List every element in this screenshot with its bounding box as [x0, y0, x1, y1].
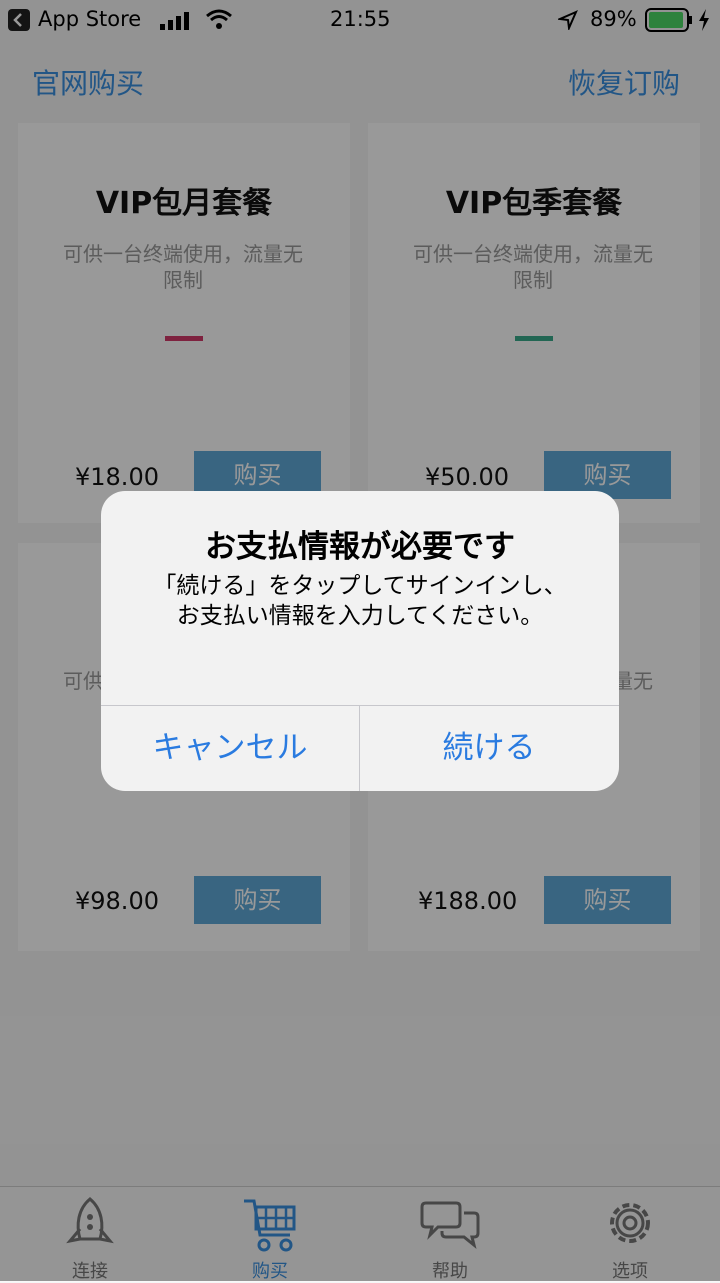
- payment-info-alert: お支払情報が必要です 「続ける」をタップしてサインインし、お支払い情報を入力して…: [101, 491, 619, 791]
- alert-message: 「続ける」をタップしてサインインし、お支払い情報を入力してください。: [153, 573, 567, 629]
- continue-button[interactable]: 続ける: [360, 706, 618, 791]
- alert-title: お支払情報が必要です: [205, 529, 515, 565]
- cancel-button[interactable]: キャンセル: [101, 706, 359, 791]
